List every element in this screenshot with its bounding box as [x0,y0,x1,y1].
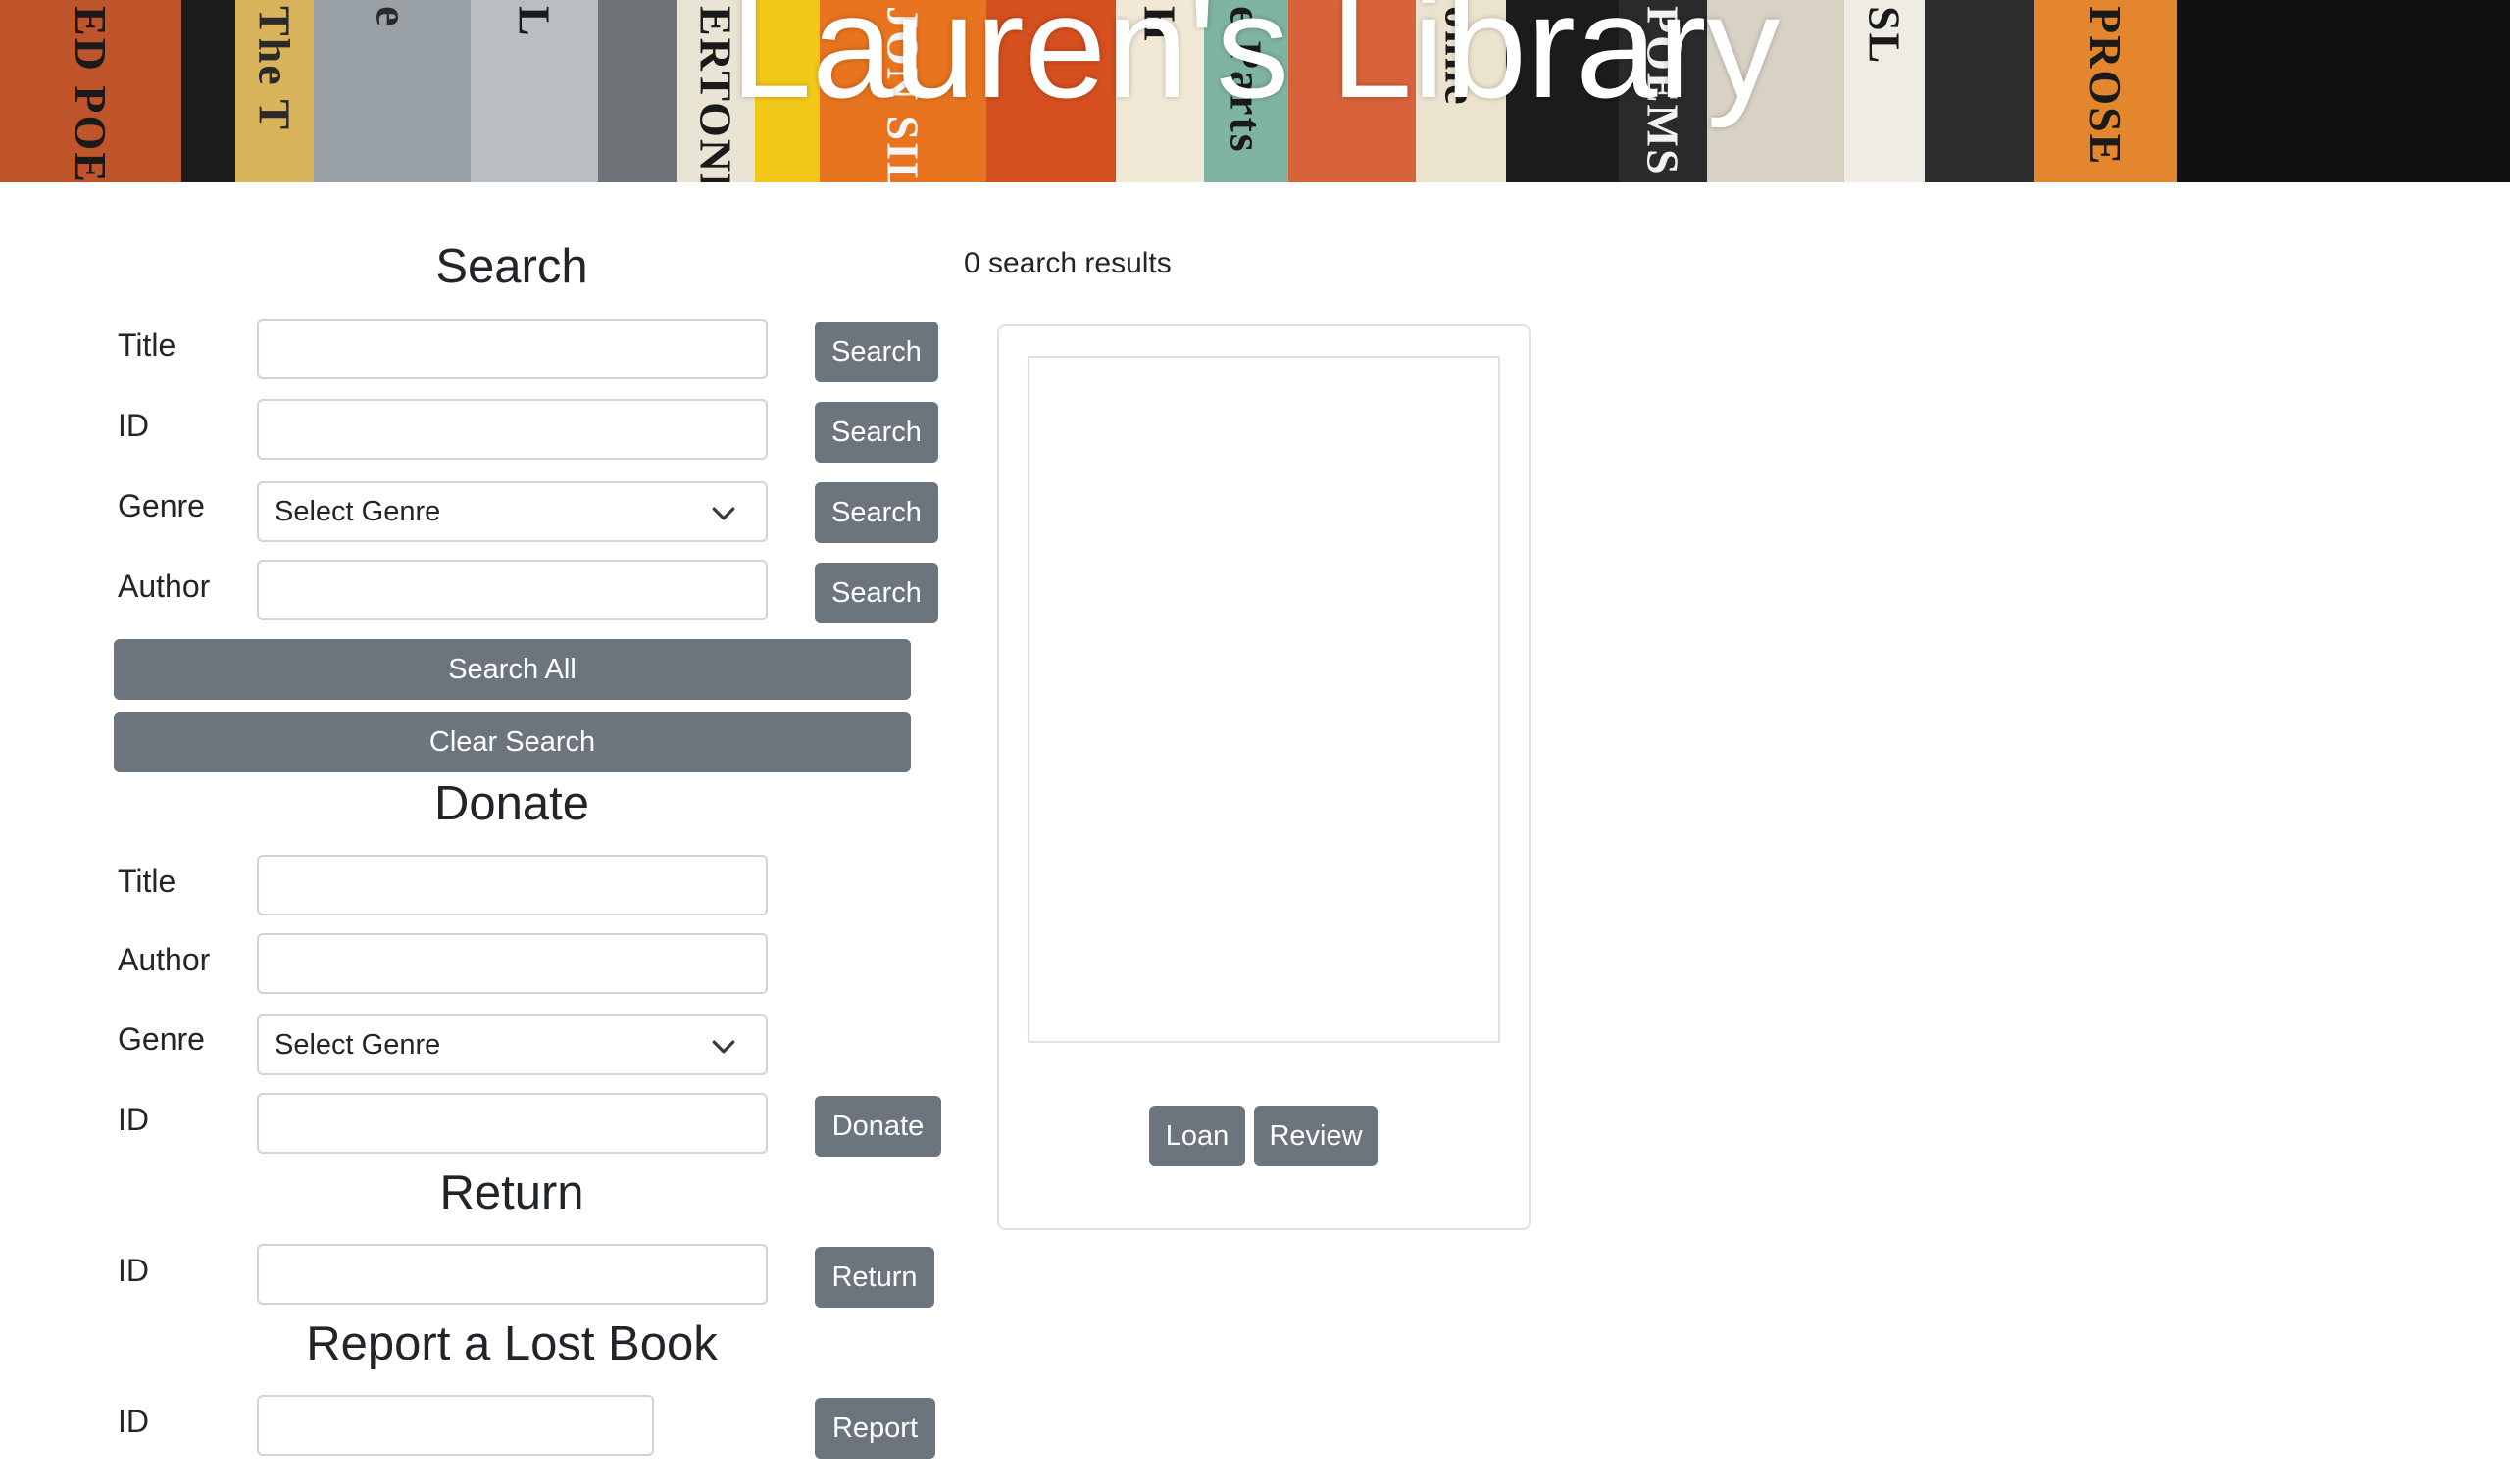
search-genre-select[interactable]: Select Genre [257,481,768,542]
donate-heading: Donate [433,777,589,830]
search-id-button[interactable]: Search [815,402,938,463]
chevron-down-icon [712,1040,735,1054]
donate-title-input[interactable] [257,855,768,915]
donate-genre-label: Genre [118,1021,205,1057]
search-title-input[interactable] [257,319,768,379]
report-id-label: ID [118,1404,149,1439]
review-button[interactable]: Review [1254,1106,1378,1166]
return-button[interactable]: Return [815,1247,934,1308]
report-heading: Report a Lost Book [306,1317,718,1370]
donate-title-label: Title [118,864,176,899]
search-id-label: ID [118,408,149,443]
donate-author-label: Author [118,942,211,977]
clear-search-button[interactable]: Clear Search [114,712,911,772]
search-heading: Search [435,240,588,293]
donate-genre-select[interactable]: Select Genre [257,1014,768,1075]
header-banner: ED POEM The Te L ERTONE JON SILKIN He Parts on… [0,0,2510,182]
report-button[interactable]: Report [815,1398,935,1459]
donate-id-input[interactable] [257,1093,768,1154]
search-title-button[interactable]: Search [815,322,938,382]
return-heading: Return [439,1166,584,1219]
search-genre-button[interactable]: Search [815,482,938,543]
donate-genre-select-value: Select Genre [275,1028,441,1061]
search-results-count: 0 search results [964,247,1172,279]
chevron-down-icon [712,507,735,520]
return-id-label: ID [118,1253,149,1288]
page-title: Lauren's Library [729,0,1781,128]
search-author-button[interactable]: Search [815,563,938,623]
search-author-label: Author [118,569,211,604]
return-id-input[interactable] [257,1244,768,1305]
loan-button[interactable]: Loan [1149,1106,1245,1166]
search-results-list[interactable] [1028,356,1500,1043]
search-genre-select-value: Select Genre [275,495,441,527]
search-title-label: Title [118,327,176,363]
search-all-button[interactable]: Search All [114,639,911,700]
donate-button[interactable]: Donate [815,1096,941,1157]
search-id-input[interactable] [257,399,768,460]
donate-id-label: ID [118,1102,149,1137]
donate-author-input[interactable] [257,933,768,994]
search-author-input[interactable] [257,560,768,620]
report-id-input[interactable] [257,1395,654,1456]
search-genre-label: Genre [118,488,205,523]
